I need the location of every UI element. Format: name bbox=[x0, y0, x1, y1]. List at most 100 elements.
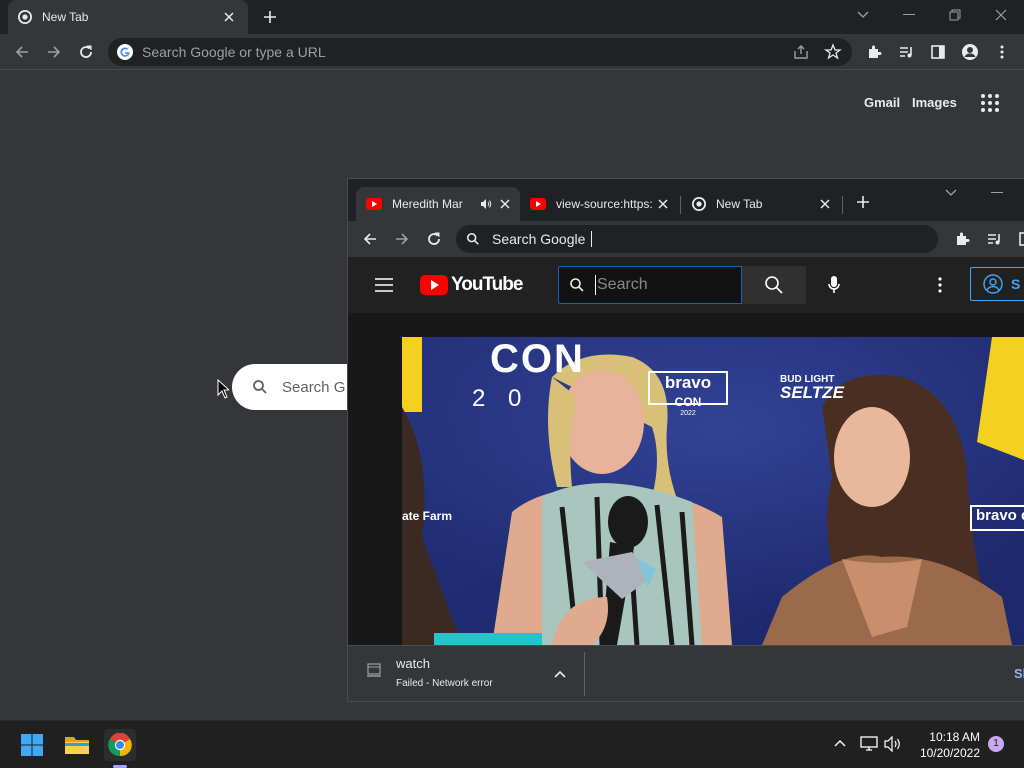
youtube-icon bbox=[530, 198, 546, 210]
file-icon bbox=[366, 662, 382, 678]
clock-date: 10/20/2022 bbox=[919, 746, 980, 760]
close-tab-icon[interactable] bbox=[658, 199, 668, 209]
bravo-con-logo: bravo CON 2022 bbox=[648, 371, 728, 417]
ntp-search-placeholder: Search G bbox=[282, 378, 346, 396]
menu-icon[interactable] bbox=[988, 38, 1016, 66]
bravo-logo-right: bravo co bbox=[970, 505, 1024, 531]
tab-title: Meredith Mar bbox=[392, 197, 463, 211]
tab-divider bbox=[842, 196, 843, 214]
tab-title: New Tab bbox=[42, 10, 89, 24]
search-icon bbox=[569, 277, 585, 293]
youtube-logo[interactable]: YouTube bbox=[420, 274, 523, 296]
share-icon[interactable] bbox=[792, 43, 810, 61]
chevron-up-icon[interactable] bbox=[554, 670, 566, 678]
new-tab-button[interactable] bbox=[258, 6, 282, 28]
close-tab-icon[interactable] bbox=[220, 8, 238, 26]
close-tab-icon[interactable] bbox=[500, 199, 510, 209]
second-tab-strip: Meredith Mar view-source:https: New Tab bbox=[348, 179, 1024, 221]
tab-divider bbox=[680, 196, 681, 214]
hamburger-menu-icon[interactable] bbox=[374, 277, 394, 293]
back-icon[interactable] bbox=[8, 38, 36, 66]
taskbar-clock[interactable]: 10:18 AM 10/20/2022 bbox=[910, 729, 980, 761]
close-window-icon[interactable] bbox=[986, 4, 1016, 26]
windows-start-icon[interactable] bbox=[16, 729, 48, 761]
show-all-button[interactable]: Sh bbox=[1014, 666, 1024, 681]
reload-icon[interactable] bbox=[72, 38, 100, 66]
tab-youtube-video[interactable]: Meredith Mar bbox=[356, 187, 520, 221]
forward-icon[interactable] bbox=[40, 38, 68, 66]
youtube-header: YouTube Search S bbox=[348, 257, 1024, 313]
voice-search-button[interactable] bbox=[814, 266, 854, 304]
account-icon bbox=[983, 274, 1003, 294]
media-control-icon[interactable] bbox=[892, 38, 920, 66]
tab-new-tab-2[interactable]: New Tab bbox=[682, 187, 840, 221]
sponsor-text-farm: ate Farm bbox=[402, 509, 453, 523]
side-panel-icon[interactable] bbox=[924, 38, 952, 66]
forward-icon[interactable] bbox=[388, 225, 416, 253]
second-browser-window: Meredith Mar view-source:https: New Tab bbox=[347, 178, 1024, 702]
clock-time: 10:18 AM bbox=[929, 730, 980, 744]
audio-playing-icon[interactable] bbox=[480, 198, 492, 210]
address-bar-placeholder: Search Google or type a URL bbox=[142, 44, 326, 60]
bookmark-star-icon[interactable] bbox=[824, 43, 842, 61]
divider bbox=[584, 652, 585, 696]
tab-view-source[interactable]: view-source:https: bbox=[520, 187, 678, 221]
windows-taskbar: 10:18 AM 10/20/2022 1 bbox=[0, 720, 1024, 768]
sign-text-year: 2 0 bbox=[472, 385, 530, 412]
youtube-content: CON 2 0 bravo CON 2022 BUD LIGHT SELTZE … bbox=[348, 313, 1024, 645]
youtube-search-button[interactable] bbox=[742, 266, 806, 304]
profile-icon[interactable] bbox=[956, 38, 984, 66]
address-bar-text: Search Google bbox=[492, 231, 586, 247]
youtube-search-input[interactable]: Search bbox=[558, 266, 742, 304]
tab-new-tab[interactable]: New Tab bbox=[8, 0, 248, 34]
youtube-logo-text: YouTube bbox=[451, 274, 523, 295]
tab-search-icon[interactable] bbox=[848, 4, 878, 26]
images-link[interactable]: Images bbox=[912, 95, 957, 110]
apps-grid-icon[interactable] bbox=[980, 93, 1000, 113]
minimize-icon[interactable] bbox=[991, 192, 1003, 194]
tab-title: New Tab bbox=[716, 197, 763, 211]
volume-icon[interactable] bbox=[884, 736, 902, 752]
network-icon[interactable] bbox=[860, 736, 878, 752]
back-icon[interactable] bbox=[356, 225, 384, 253]
main-toolbar: Search Google or type a URL bbox=[0, 34, 1024, 70]
google-icon bbox=[116, 43, 134, 61]
youtube-play-icon bbox=[420, 275, 448, 295]
address-bar[interactable]: Search Google or type a URL bbox=[108, 38, 852, 66]
minimize-icon[interactable] bbox=[894, 4, 924, 26]
search-icon bbox=[764, 275, 784, 295]
download-filename[interactable]: watch bbox=[396, 656, 430, 671]
text-caret bbox=[595, 275, 596, 295]
notification-badge[interactable]: 1 bbox=[988, 736, 1004, 752]
media-control-icon[interactable] bbox=[980, 225, 1008, 253]
extensions-icon[interactable] bbox=[948, 225, 976, 253]
more-options-icon[interactable] bbox=[938, 277, 942, 293]
chrome-icon bbox=[18, 10, 32, 24]
sponsor-logo: BUD LIGHT SELTZE bbox=[780, 374, 844, 402]
side-panel-icon[interactable] bbox=[1012, 225, 1024, 253]
mouse-cursor-icon bbox=[217, 379, 229, 399]
video-player[interactable]: CON 2 0 bravo CON 2022 BUD LIGHT SELTZE … bbox=[402, 337, 1024, 645]
tab-title: view-source:https: bbox=[556, 197, 653, 211]
youtube-search-placeholder: Search bbox=[597, 276, 648, 293]
address-bar[interactable]: Search Google bbox=[456, 225, 938, 253]
microphone-icon bbox=[827, 275, 841, 295]
file-explorer-icon[interactable] bbox=[61, 729, 93, 761]
close-tab-icon[interactable] bbox=[820, 199, 830, 209]
sign-in-label: S bbox=[1011, 276, 1021, 292]
sign-in-button[interactable]: S bbox=[970, 267, 1024, 301]
chrome-taskbar-icon[interactable] bbox=[104, 729, 136, 768]
new-tab-button[interactable] bbox=[856, 195, 870, 209]
search-icon bbox=[466, 232, 480, 246]
gmail-link[interactable]: Gmail bbox=[864, 95, 900, 110]
sign-text-con: CON bbox=[490, 337, 585, 381]
main-tab-strip: New Tab bbox=[0, 0, 1024, 34]
reload-icon[interactable] bbox=[420, 225, 448, 253]
chevron-up-icon[interactable] bbox=[834, 739, 846, 747]
download-status: Failed - Network error bbox=[396, 678, 493, 689]
tab-search-icon[interactable] bbox=[945, 189, 957, 197]
extensions-icon[interactable] bbox=[860, 38, 888, 66]
restore-icon[interactable] bbox=[940, 4, 970, 26]
text-caret bbox=[591, 231, 593, 247]
second-toolbar: Search Google bbox=[348, 221, 1024, 257]
